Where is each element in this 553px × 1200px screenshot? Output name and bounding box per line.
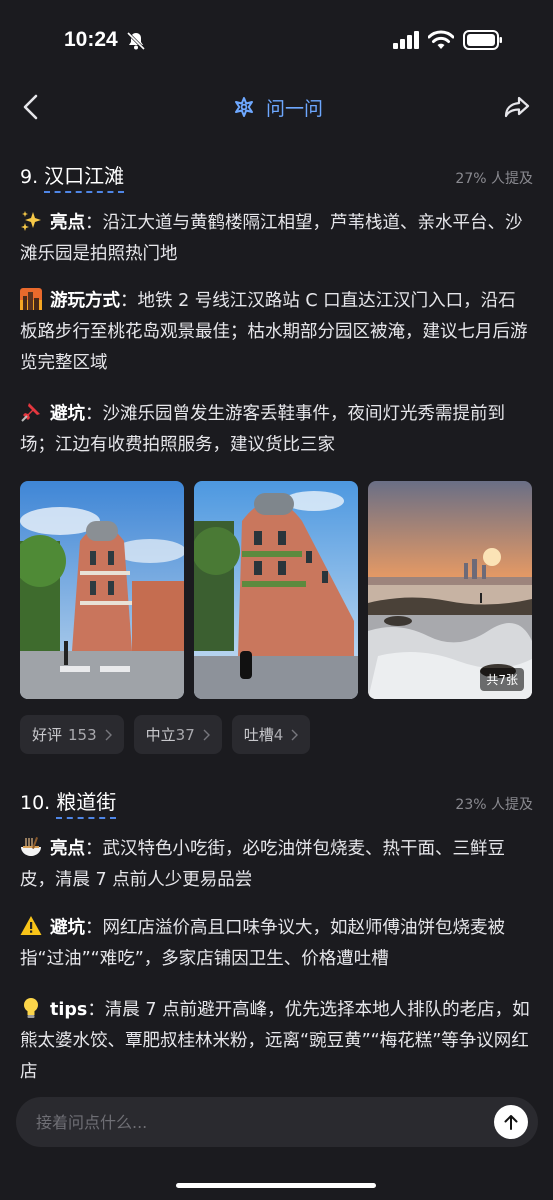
battery-icon <box>463 30 502 50</box>
building-photo-2 <box>194 481 358 699</box>
highlight-paragraph: 亮点：沿江大道与黄鹤楼隔江相望，芦苇栈道、亲水平台、沙滩乐园是拍照热门地 <box>20 208 533 270</box>
chip-count: 153 <box>68 725 97 744</box>
arrow-up-icon <box>504 1115 518 1130</box>
share-icon[interactable] <box>503 94 531 120</box>
chip-positive[interactable]: 好评 153 <box>20 715 124 754</box>
photo-count-badge: 共7张 <box>480 668 524 691</box>
warning-icon <box>20 916 42 935</box>
ask-input-bar <box>16 1097 538 1147</box>
section-number: 9. <box>20 166 39 188</box>
lightbulb-icon <box>24 998 38 1018</box>
section-title-link[interactable]: 汉口江滩 <box>44 160 125 193</box>
section-heading: 10. 粮道街 23% 人提及 <box>20 786 533 819</box>
photo-thumbnail[interactable] <box>194 481 358 699</box>
review-chips: 好评 153 中立 37 吐槽 4 <box>20 715 320 754</box>
status-time: 10:24 <box>64 28 118 51</box>
home-indicator <box>176 1183 376 1188</box>
nav-bar: 问一问 <box>0 86 553 130</box>
bell-slash-icon <box>126 31 146 51</box>
para-label: tips <box>50 1000 88 1020</box>
para-text: ：网红店溢价高且口味争议大，如赵师傅油饼包烧麦被指“过油”“难吃”，多家店铺因卫… <box>20 918 505 969</box>
sparkles-icon <box>21 211 41 231</box>
para-text: ：清晨 7 点前避开高峰，优先选择本地人排队的老店，如熊太婆水饺、覃肥叔桂林米粉… <box>20 1000 530 1082</box>
section-heading: 9. 汉口江滩 27% 人提及 <box>20 160 533 193</box>
photo-thumbnail[interactable]: 共7张 <box>368 481 532 699</box>
wifi-icon <box>428 30 454 49</box>
section-number: 10. <box>20 792 51 814</box>
pushpin-icon <box>21 403 40 422</box>
mention-percent: 23% 人提及 <box>455 797 533 813</box>
para-label: 避坑 <box>50 918 85 938</box>
nav-title-group: 问一问 <box>232 94 323 121</box>
noodle-bowl-icon <box>21 837 41 856</box>
para-text: ：沿江大道与黄鹤楼隔江相望，芦苇栈道、亲水平台、沙滩乐园是拍照热门地 <box>20 213 523 264</box>
chip-label: 中立 <box>145 726 176 744</box>
ask-input[interactable] <box>36 1097 476 1147</box>
chip-label: 好评 <box>32 726 63 744</box>
cityscape-icon <box>20 288 42 310</box>
chip-count: 4 <box>273 725 284 744</box>
chevron-right-icon <box>105 729 112 740</box>
river-sunset-photo <box>368 481 532 699</box>
para-label: 游玩方式 <box>50 291 120 311</box>
avoid-pitfall-paragraph: 避坑：沙滩乐园曾发生游客丢鞋事件，夜间灯光秀需提前到场；江边有收费拍照服务，建议… <box>20 399 533 461</box>
tips-paragraph: tips：清晨 7 点前避开高峰，优先选择本地人排队的老店，如熊太婆水饺、覃肥叔… <box>20 995 533 1088</box>
para-text: ：沙滩乐园曾发生游客丢鞋事件，夜间灯光秀需提前到场；江边有收费拍照服务，建议货比… <box>20 404 505 455</box>
cellular-signal-icon <box>393 31 419 49</box>
para-label: 亮点 <box>50 213 85 233</box>
chip-negative[interactable]: 吐槽 4 <box>231 715 311 754</box>
chip-neutral[interactable]: 中立 37 <box>133 715 222 754</box>
para-text: ：武汉特色小吃街，必吃油饼包烧麦、热干面、三鲜豆皮，清晨 7 点前人少更易品尝 <box>20 839 505 890</box>
para-label: 亮点 <box>50 839 85 859</box>
back-chevron-icon[interactable] <box>18 92 44 122</box>
para-label: 避坑 <box>50 404 85 424</box>
ai-sparkle-icon <box>235 96 253 117</box>
building-photo-1 <box>20 481 184 699</box>
avoid-pitfall-paragraph: 避坑：网红店溢价高且口味争议大，如赵师傅油饼包烧麦被指“过油”“难吃”，多家店铺… <box>20 913 533 975</box>
status-bar: 10:24 <box>0 0 553 80</box>
chip-label: 吐槽 <box>243 726 274 744</box>
chevron-right-icon <box>291 729 299 740</box>
section-title-link[interactable]: 粮道街 <box>56 786 117 819</box>
how-to-play-paragraph: 游玩方式：地铁 2 号线江汉路站 C 口直达江汉门入口，沿石板路步行至桃花岛观景… <box>20 286 533 379</box>
mention-percent: 27% 人提及 <box>455 171 533 187</box>
page-title: 问一问 <box>266 98 324 120</box>
photo-thumbnail[interactable] <box>20 481 184 699</box>
chip-count: 37 <box>175 725 195 744</box>
highlight-paragraph: 亮点：武汉特色小吃街，必吃油饼包烧麦、热干面、三鲜豆皮，清晨 7 点前人少更易品… <box>20 834 533 896</box>
photo-gallery: 共7张 <box>20 481 533 699</box>
send-button[interactable] <box>494 1105 528 1139</box>
chevron-right-icon <box>203 729 210 740</box>
